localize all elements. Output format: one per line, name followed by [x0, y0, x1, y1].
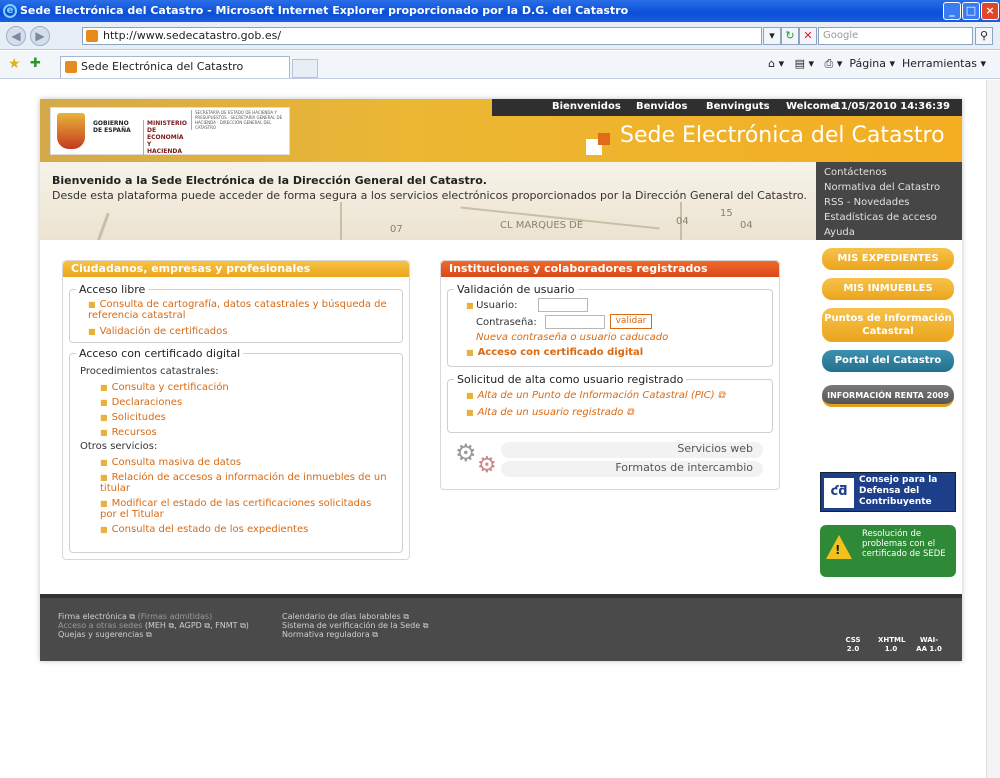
- link-validacion-certificados[interactable]: ■ Validación de certificados: [88, 326, 227, 337]
- tools-menu[interactable]: Herramientas ▾: [902, 57, 986, 70]
- link-normativa[interactable]: Normativa del Catastro: [824, 180, 954, 195]
- link-acceso-certificado[interactable]: ■ Acceso con certificado digital: [466, 347, 643, 358]
- maximize-button[interactable]: □: [962, 2, 980, 20]
- coat-of-arms-icon: [57, 113, 85, 149]
- usuario-input[interactable]: [538, 298, 588, 312]
- print-icon[interactable]: ⎙ ▾: [825, 57, 843, 70]
- favicon-icon: [86, 30, 98, 42]
- link-solicitudes[interactable]: ■ Solicitudes: [100, 412, 166, 423]
- close-button[interactable]: ×: [981, 2, 999, 20]
- minimize-button[interactable]: _: [943, 2, 961, 20]
- address-bar: ◀ ▶ http://www.sedecatastro.gob.es/ ▾ ↻ …: [0, 22, 1000, 50]
- fieldset-acceso-libre: Acceso libre ■ Consulta de cartografía, d…: [69, 283, 403, 343]
- forward-icon[interactable]: ▶: [30, 26, 50, 46]
- cdc-logo-icon: ƈƌ: [824, 478, 854, 508]
- catastro-logo-icon: [586, 133, 612, 155]
- link-estadisticas[interactable]: Estadísticas de acceso: [824, 210, 954, 225]
- welcome-title: Bienvenido a la Sede Electrónica de la D…: [52, 174, 487, 187]
- window-titlebar: e Sede Electrónica del Catastro - Micros…: [0, 0, 1000, 22]
- right-sidebar: MIS EXPEDIENTES MIS INMUEBLES Puntos de …: [816, 240, 962, 594]
- add-favorite-icon[interactable]: ✚: [30, 56, 41, 71]
- link-normativa-reguladora[interactable]: Normativa reguladora ⧉: [282, 630, 378, 639]
- link-declaraciones[interactable]: ■ Declaraciones: [100, 397, 182, 408]
- welcome-text: Desde esta plataforma puede acceder de f…: [52, 189, 807, 202]
- main-content: Ciudadanos, empresas y profesionales Acc…: [40, 240, 816, 594]
- command-bar: ⌂ ▾ ▤ ▾ ⎙ ▾ Página ▾ Herramientas ▾: [768, 57, 986, 71]
- usuario-label: ■ Usuario:: [466, 300, 518, 311]
- validar-button[interactable]: validar: [610, 314, 652, 329]
- portal-catastro-button[interactable]: Portal del Catastro: [822, 350, 954, 372]
- panel-instituciones: Instituciones y colaboradores registrado…: [440, 260, 780, 490]
- link-relacion-accesos[interactable]: ■ Relación de accesos a información de in…: [100, 472, 390, 494]
- consejo-contribuyente-link[interactable]: ƈƌ Consejo para la Defensa del Contribuy…: [820, 472, 956, 512]
- resolucion-problemas-link[interactable]: ! Resolución de problemas con el certifi…: [820, 525, 956, 577]
- new-tab-button[interactable]: [292, 59, 318, 78]
- link-alta-pic[interactable]: ■ Alta de un Punto de Información Catastr…: [466, 390, 725, 401]
- search-icon[interactable]: ⚲: [975, 27, 993, 45]
- ie-icon: e: [3, 4, 17, 18]
- feeds-icon[interactable]: ▤ ▾: [795, 57, 814, 70]
- lang-es[interactable]: Bienvenidos: [552, 101, 621, 112]
- back-icon[interactable]: ◀: [6, 26, 26, 46]
- stop-icon[interactable]: ✕: [799, 27, 817, 45]
- wai-badge-icon[interactable]: WAI-AA 1.0: [916, 636, 942, 654]
- welcome-banner: CL MARQUES DE 07 04 15 04 Bienvenido a l…: [40, 162, 816, 240]
- link-estado-expedientes[interactable]: ■ Consulta del estado de los expedientes: [100, 524, 308, 535]
- web-page: GOBIERNO DE ESPAÑA MINISTERIO DE ECONOMÍ…: [40, 99, 962, 661]
- datetime: 11/05/2010 14:36:39: [833, 101, 950, 112]
- link-quejas[interactable]: Quejas y sugerencias ⧉: [58, 630, 152, 639]
- link-firma-electronica[interactable]: Firma electrónica: [58, 612, 127, 621]
- government-logo[interactable]: GOBIERNO DE ESPAÑA MINISTERIO DE ECONOMÍ…: [50, 107, 290, 155]
- tab-favicon-icon: [65, 61, 77, 73]
- dropdown-icon[interactable]: ▾: [763, 27, 781, 45]
- link-cartografia[interactable]: ■ Consulta de cartografía, datos catastra…: [88, 299, 388, 321]
- password-input[interactable]: [545, 315, 605, 329]
- site-footer: Firma electrónica ⧉ (Firmas admitidas) A…: [40, 594, 962, 661]
- url-field[interactable]: http://www.sedecatastro.gob.es/: [82, 27, 762, 45]
- scrollbar[interactable]: [986, 80, 1000, 778]
- xhtml-badge-icon[interactable]: XHTML 1.0: [878, 636, 905, 654]
- favorites-star-icon[interactable]: ★: [8, 56, 21, 72]
- fieldset-validacion: Validación de usuario ■ Usuario: Contras…: [447, 283, 773, 367]
- site-header: GOBIERNO DE ESPAÑA MINISTERIO DE ECONOMÍ…: [40, 99, 962, 162]
- mis-inmuebles-button[interactable]: MIS INMUEBLES: [822, 278, 954, 300]
- mis-expedientes-button[interactable]: MIS EXPEDIENTES: [822, 248, 954, 270]
- window-title: Sede Electrónica del Catastro - Microsof…: [20, 4, 629, 17]
- link-calendario[interactable]: Calendario de días laborables ⧉: [282, 612, 409, 621]
- home-icon[interactable]: ⌂ ▾: [768, 57, 784, 70]
- language-bar: Bienvenidos Benvidos Benvinguts Welcome …: [492, 99, 962, 116]
- link-recursos[interactable]: ■ Recursos: [100, 427, 157, 438]
- link-modificar-estado[interactable]: ■ Modificar el estado de las certificacio…: [100, 498, 390, 520]
- puntos-informacion-button[interactable]: Puntos de Información Catastral: [822, 308, 954, 342]
- link-rss[interactable]: RSS - Novedades: [824, 195, 954, 210]
- link-ayuda[interactable]: Ayuda: [824, 225, 954, 240]
- link-consulta-masiva[interactable]: ■ Consulta masiva de datos: [100, 457, 241, 468]
- css-badge-icon[interactable]: CSS 2.0: [840, 636, 866, 654]
- lang-gl[interactable]: Benvidos: [636, 101, 687, 112]
- lang-ca[interactable]: Benvinguts: [706, 101, 770, 112]
- search-input[interactable]: Google: [818, 27, 973, 45]
- link-contactenos[interactable]: Contáctenos: [824, 165, 954, 180]
- link-consulta-certificacion[interactable]: ■ Consulta y certificación: [100, 382, 229, 393]
- tab-active[interactable]: Sede Electrónica del Catastro: [60, 56, 290, 78]
- panel-ciudadanos: Ciudadanos, empresas y profesionales Acc…: [62, 260, 410, 560]
- formatos-intercambio-link[interactable]: Formatos de intercambio: [501, 461, 763, 477]
- refresh-icon[interactable]: ↻: [781, 27, 799, 45]
- tab-bar: ★ ✚ Sede Electrónica del Catastro ⌂ ▾ ▤ …: [0, 51, 1000, 79]
- servicios-web-link[interactable]: Servicios web: [501, 442, 763, 458]
- lang-en[interactable]: Welcome: [786, 101, 837, 112]
- page-menu[interactable]: Página ▾: [849, 57, 895, 70]
- site-title[interactable]: Sede Electrónica del Catastro: [620, 123, 945, 148]
- panel-title: Instituciones y colaboradores registrado…: [441, 261, 779, 277]
- quick-links: Contáctenos Normativa del Catastro RSS -…: [816, 162, 962, 240]
- informacion-renta-button[interactable]: INFORMACIÓN RENTA 2009: [822, 385, 954, 407]
- gears-icon: ⚙ ⚙: [455, 439, 497, 478]
- link-verificacion[interactable]: Sistema de verificación de la Sede ⧉: [282, 621, 428, 630]
- fieldset-acceso-certificado: Acceso con certificado digital Procedimi…: [69, 347, 403, 553]
- fieldset-solicitud-alta: Solicitud de alta como usuario registrad…: [447, 373, 773, 433]
- link-alta-usuario[interactable]: ■ Alta de un usuario registrado ⧉: [466, 407, 634, 418]
- panel-title: Ciudadanos, empresas y profesionales: [63, 261, 409, 277]
- link-contrasena-caducada[interactable]: Nueva contraseña o usuario caducado: [476, 332, 668, 343]
